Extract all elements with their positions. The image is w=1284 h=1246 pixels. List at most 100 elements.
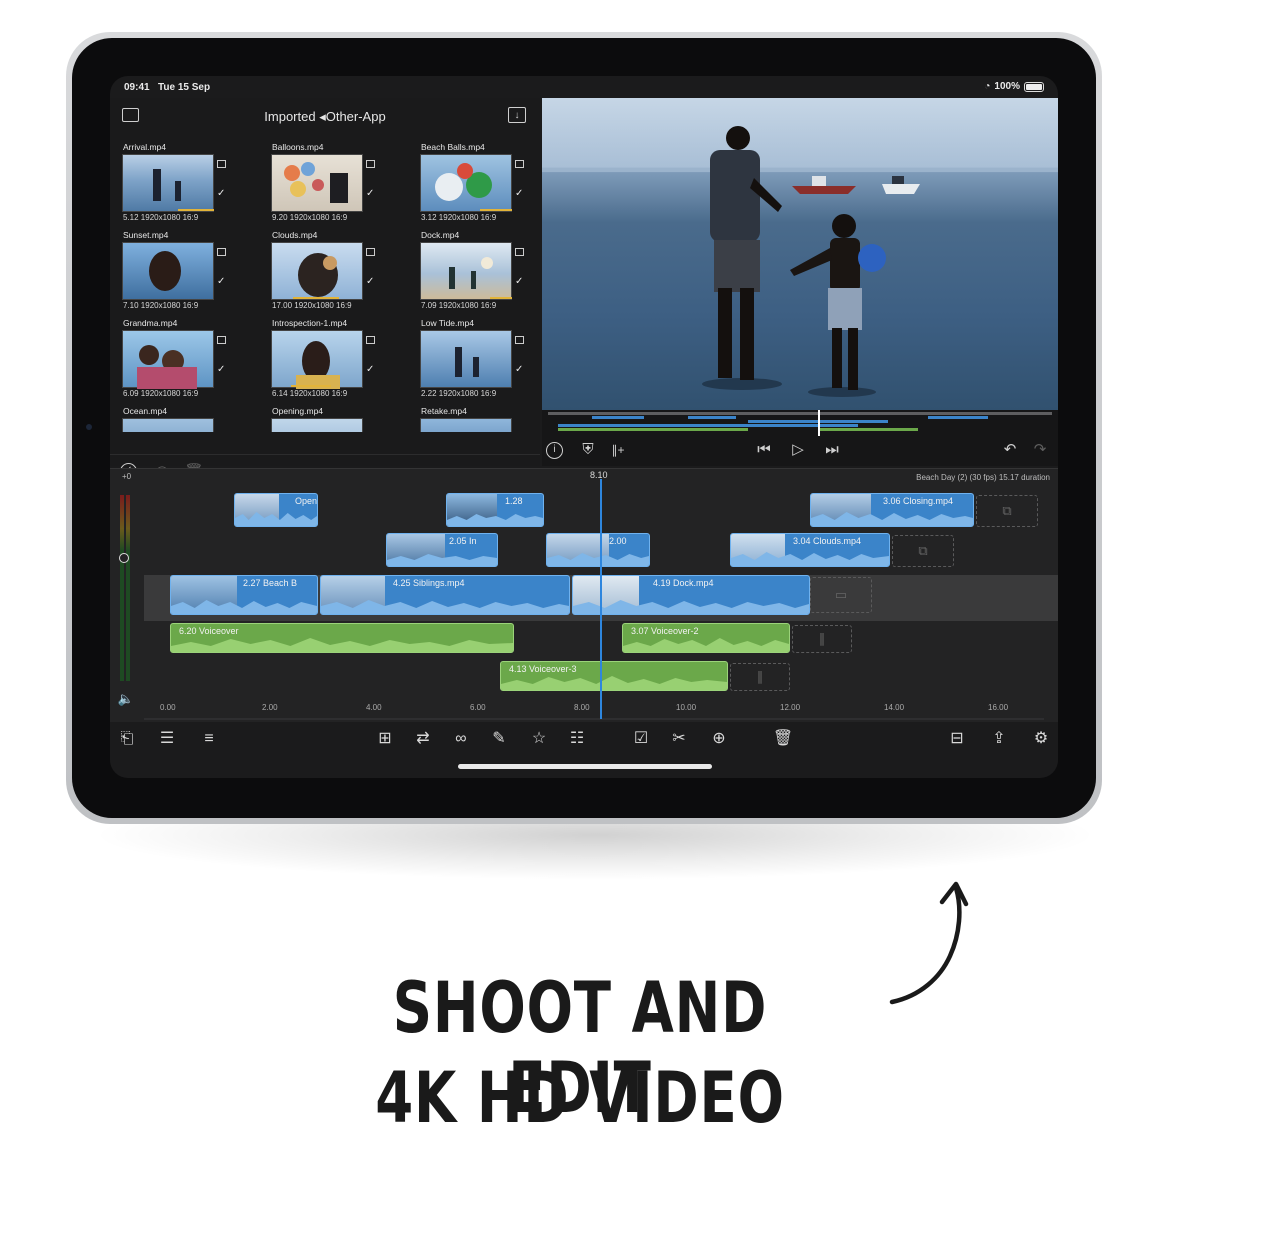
scissors-icon[interactable]: ✂ <box>668 728 690 750</box>
layout-icon[interactable]: ⊟ <box>946 728 968 750</box>
clip-label: 3.07 Voiceover-2 <box>631 626 699 636</box>
timeline-clip-dock[interactable]: 4.19 Dock.mp4 <box>572 575 810 615</box>
timeline[interactable]: +0 Beach Day (2) (30 fps) 15.17 duration… <box>110 468 1058 722</box>
bars-icon[interactable]: ≡ <box>198 728 220 750</box>
timeline-clip-in[interactable]: 2.05 In <box>386 533 498 567</box>
front-camera <box>86 424 92 430</box>
play-icon[interactable]: ▷ <box>788 440 808 460</box>
home-indicator[interactable] <box>458 764 712 769</box>
info-icon[interactable]: i <box>546 442 563 459</box>
clip-tile[interactable]: Dock.mp4 ✓ 7.09 1920x1080 16:9 <box>420 230 532 314</box>
clip-tile[interactable]: Clouds.mp4 ✓ 17.00 1920x1080 16:9 <box>271 230 387 314</box>
clip-tile[interactable]: Balloons.mp4 ✓ 9.20 1920x1080 16:9 <box>271 142 387 226</box>
waveform <box>235 512 317 526</box>
thumb-face <box>149 251 181 291</box>
mini-bar <box>558 424 858 427</box>
status-bar: 09:41 Tue 15 Sep ◔ 100% <box>110 76 1058 98</box>
skip-forward-icon[interactable]: ⏭ <box>822 440 842 460</box>
clip-side: ✓ <box>515 154 527 212</box>
import-icon[interactable]: ↓ <box>508 107 526 123</box>
audio-add-icon[interactable]: ∥+ <box>608 440 628 460</box>
pencil-icon[interactable]: ✎ <box>488 728 510 750</box>
playhead[interactable] <box>600 479 602 719</box>
clip-tile[interactable]: Beach Balls.mp4 ✓ 3.12 1920x1080 16:9 <box>420 142 532 226</box>
clipboard-icon[interactable]: ☷ <box>566 728 588 750</box>
skip-back-icon[interactable]: ⏮ <box>754 440 774 460</box>
clip-tile[interactable]: Retake.mp4 <box>420 406 532 432</box>
add-circle-icon[interactable]: ⊕ <box>708 728 730 750</box>
clip-thumbnail <box>271 418 363 432</box>
clip-tile[interactable]: Low Tide.mp4 ✓ 2.22 1920x1080 16:9 <box>420 318 532 402</box>
timeline-clip-beach[interactable]: 2.27 Beach B <box>170 575 318 615</box>
clip-side: ✓ <box>515 242 527 300</box>
undo-icon[interactable]: ↶ <box>1000 440 1020 460</box>
link-icon[interactable]: ∞ <box>450 728 472 750</box>
clip-name: Dock.mp4 <box>421 230 460 240</box>
favorite-icon[interactable]: ☆ <box>528 728 550 750</box>
clip-box-icon <box>217 160 226 168</box>
list-icon[interactable]: ☰ <box>156 728 178 750</box>
clip-box-icon <box>217 248 226 256</box>
meter-level-left <box>120 495 124 681</box>
media-browser: Imported ◂Other-App ↓ Arrival.mp4 ✓ 5.12… <box>110 98 540 480</box>
timeline-clip-clouds[interactable]: 3.04 Clouds.mp4 <box>730 533 890 567</box>
clip-label: 4.19 Dock.mp4 <box>653 578 714 588</box>
volume-icon[interactable]: 🔈 <box>116 689 136 709</box>
check-icon: ✓ <box>366 364 375 375</box>
settings-gear-icon[interactable]: ⚙ <box>1030 728 1052 750</box>
meter-level-right <box>126 495 130 681</box>
clip-thumbnail <box>122 330 214 389</box>
ruler-label: 12.00 <box>780 703 801 712</box>
timeline-clip-voiceover-3[interactable]: 4.13 Voiceover-3 <box>500 661 728 691</box>
project-icon[interactable]: ⎗ <box>116 728 138 750</box>
clip-tile[interactable]: Arrival.mp4 ✓ 5.12 1920x1080 16:9 <box>122 142 238 226</box>
caption-line-2: 4K HD VIDEO <box>375 1057 785 1139</box>
timeline-clip-voiceover[interactable]: 6.20 Voiceover <box>170 623 514 653</box>
time-ruler[interactable]: 0.00 2.00 4.00 6.00 8.00 10.00 12.00 14.… <box>144 701 1044 723</box>
timeline-header: +0 Beach Day (2) (30 fps) 15.17 duration <box>110 469 1058 485</box>
clip-side: ✓ <box>366 330 378 388</box>
browser-title[interactable]: Imported ◂Other-App <box>110 109 540 125</box>
clip-tile[interactable]: Introspection-1.mp4 ✓ 6.14 1920x1080 16:… <box>271 318 387 402</box>
delete-icon[interactable]: 🗑 <box>772 728 794 750</box>
mini-timeline[interactable] <box>548 410 1052 436</box>
clip-placeholder[interactable]: ⧉ <box>892 535 954 567</box>
timeline-clip-opening[interactable]: Open <box>234 493 318 527</box>
timeline-clip-128[interactable]: 1.28 <box>446 493 544 527</box>
waveform <box>321 600 569 614</box>
clip-tile[interactable]: Ocean.mp4 <box>122 406 238 432</box>
share-icon[interactable]: ⇪ <box>988 728 1010 750</box>
check-icon: ✓ <box>515 276 524 287</box>
ruler-label: 0.00 <box>160 703 176 712</box>
mini-playhead[interactable] <box>818 410 820 436</box>
clip-meta: 9.20 1920x1080 16:9 <box>272 213 348 222</box>
clip-thumbnail <box>122 154 214 212</box>
arrow-icon <box>889 881 969 1005</box>
replace-icon[interactable]: ⇄ <box>412 728 434 750</box>
waveform <box>547 553 649 566</box>
timeline-clip-closing[interactable]: 3.06 Closing.mp4 <box>810 493 974 527</box>
check-icon: ✓ <box>515 188 524 199</box>
add-clip-icon[interactable]: ⊞ <box>374 728 396 750</box>
waveform <box>811 512 973 526</box>
clip-tile[interactable]: Sunset.mp4 ✓ 7.10 1920x1080 16:9 <box>122 230 238 314</box>
clip-name: Balloons.mp4 <box>272 142 324 152</box>
clip-thumbnail <box>420 330 512 388</box>
clip-tile[interactable]: Opening.mp4 <box>271 406 387 432</box>
clip-placeholder[interactable]: ∥ <box>792 625 852 653</box>
checkbox-icon[interactable]: ☑ <box>630 728 652 750</box>
clip-box-icon <box>217 336 226 344</box>
redo-icon[interactable]: ↷ <box>1030 440 1050 460</box>
thumb-beachballs <box>435 163 492 201</box>
timeline-clip-siblings[interactable]: 4.25 Siblings.mp4 <box>320 575 570 615</box>
clip-meta: 3.12 1920x1080 16:9 <box>421 213 497 222</box>
timeline-clip-voiceover-2[interactable]: 3.07 Voiceover-2 <box>622 623 790 653</box>
clip-side: ✓ <box>217 330 229 388</box>
clip-tile[interactable]: Grandma.mp4 ✓ 6.09 1920x1080 16:9 <box>122 318 238 402</box>
meter-knob[interactable] <box>119 553 129 563</box>
clip-placeholder[interactable]: ∥ <box>730 663 790 691</box>
timeline-clip-200[interactable]: 2.00 <box>546 533 650 567</box>
clip-placeholder[interactable]: ⧉ <box>976 495 1038 527</box>
shield-icon[interactable]: ⛨ <box>578 440 598 460</box>
clip-placeholder[interactable]: ▭ <box>810 577 872 613</box>
